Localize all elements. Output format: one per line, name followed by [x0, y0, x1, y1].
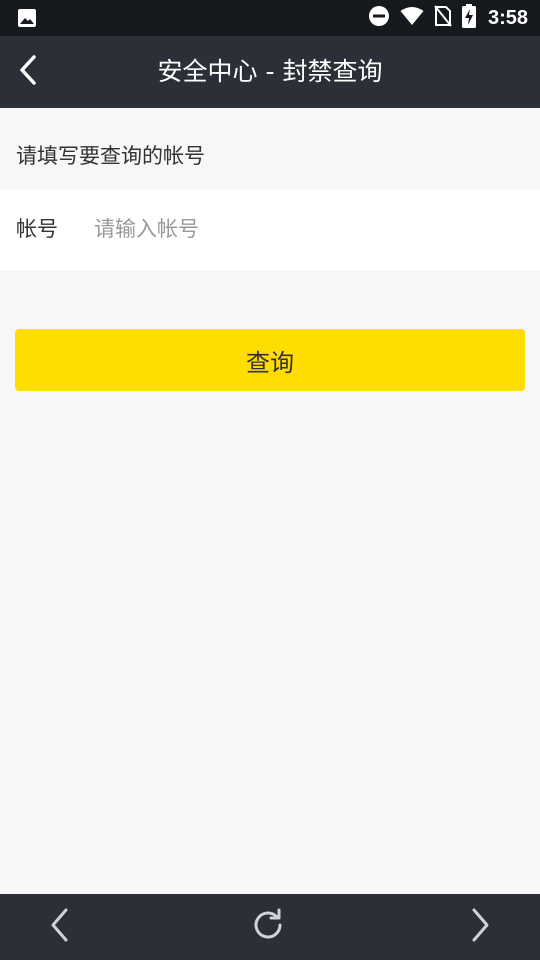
nav-bar [0, 894, 540, 960]
nav-forward-button[interactable] [460, 907, 500, 947]
account-input[interactable] [94, 209, 514, 249]
back-icon [48, 907, 72, 947]
query-button[interactable]: 查询 [15, 329, 525, 391]
account-row: 帐号 [0, 189, 540, 270]
title-bar: 安全中心 - 封禁查询 [0, 36, 540, 108]
form-hint: 请填写要查询的帐号 [16, 144, 205, 168]
no-sim-icon [434, 5, 452, 31]
forward-icon [468, 907, 492, 947]
page-title: 安全中心 - 封禁查询 [157, 57, 383, 86]
image-icon [17, 8, 37, 32]
status-bar: 3:58 [0, 0, 540, 36]
nav-back-button[interactable] [40, 907, 80, 947]
refresh-icon [250, 907, 286, 947]
nav-refresh-button[interactable] [248, 907, 288, 947]
wifi-icon [400, 6, 424, 30]
battery-charging-icon [461, 4, 476, 32]
status-time: 3:58 [487, 6, 528, 29]
account-label: 帐号 [16, 217, 58, 241]
dnd-icon [368, 5, 390, 31]
